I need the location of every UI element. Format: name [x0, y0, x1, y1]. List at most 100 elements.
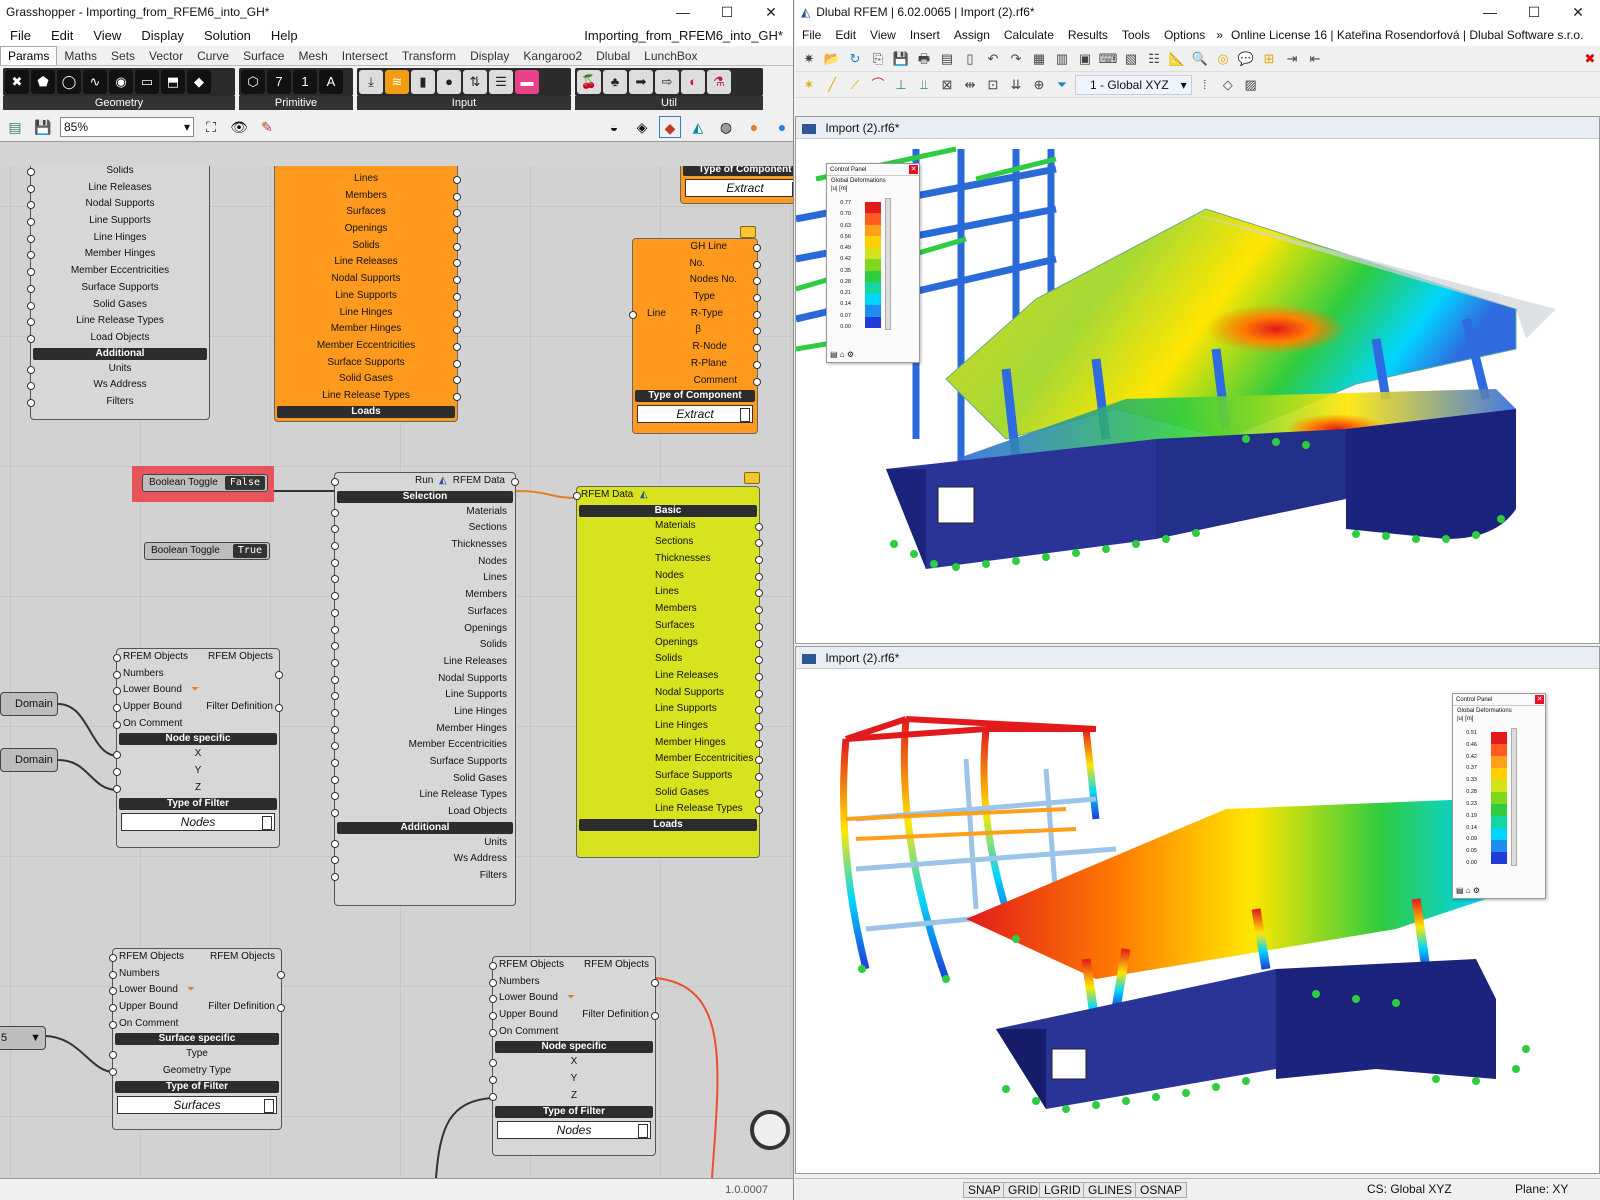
port-surface-supports[interactable]: Surface Supports: [27, 280, 209, 297]
load-icon[interactable]: ⇊: [1006, 75, 1026, 95]
integer-param-icon[interactable]: 7: [267, 70, 291, 94]
run-row[interactable]: Run ◭ RFEM Data: [331, 473, 519, 490]
boolean-toggle-true[interactable]: Boolean Toggle True: [144, 542, 270, 560]
tab-params[interactable]: Params: [0, 46, 58, 65]
in-numbers[interactable]: Numbers: [489, 974, 659, 991]
filter-type-value[interactable]: Nodes: [497, 1120, 651, 1139]
gradient-icon[interactable]: ≋: [385, 70, 409, 94]
out-lines[interactable]: Lines: [275, 171, 461, 188]
cp1-slider[interactable]: [885, 198, 891, 330]
rf-menu-results[interactable]: Results: [1061, 28, 1115, 42]
menu-help[interactable]: Help: [261, 28, 308, 43]
print-icon[interactable]: 🖶: [914, 49, 934, 69]
in-line-supports[interactable]: Line Supports: [331, 687, 515, 704]
refresh-icon[interactable]: ↻: [845, 49, 865, 69]
dimension-icon[interactable]: ⊞: [1259, 49, 1279, 69]
curve-param-icon[interactable]: ∿: [83, 70, 107, 94]
filter-type-value[interactable]: Nodes: [121, 812, 275, 831]
out-sections[interactable]: Sections: [577, 534, 763, 551]
in-on-comment[interactable]: On Comment: [109, 1016, 281, 1033]
navigator-icon[interactable]: ▣: [1075, 49, 1095, 69]
out-filter-definition[interactable]: Filter Definition: [206, 699, 273, 716]
circle-param-icon[interactable]: ◯: [57, 70, 81, 94]
cp1-close-icon[interactable]: ✕: [909, 165, 918, 174]
redo-icon[interactable]: ↷: [1006, 49, 1026, 69]
zoom-select[interactable]: 85%: [60, 116, 194, 137]
in-materials[interactable]: Materials: [331, 504, 515, 521]
distribute-icon[interactable]: ⇤: [1305, 49, 1325, 69]
value-list-arrow-icon[interactable]: ▼: [30, 1027, 41, 1049]
cp2-footer-icons[interactable]: ▤ ⌂ ⚙: [1456, 886, 1480, 895]
out-solid-gases[interactable]: Solid Gases: [275, 371, 461, 388]
in-member-eccentricities[interactable]: Member Eccentricities: [331, 737, 515, 754]
hinge-icon[interactable]: ⊠: [937, 75, 957, 95]
out-solids[interactable]: Solids: [275, 238, 461, 255]
port-nodal-supports[interactable]: Nodal Supports: [27, 196, 209, 213]
in-lower-bound[interactable]: Lower Bound ⏷: [109, 982, 281, 999]
in-rfem-objects[interactable]: RFEM Objects RFEM Objects: [489, 957, 655, 974]
rf-menu-insert[interactable]: Insert: [903, 28, 947, 42]
render-icon[interactable]: ▨: [1241, 75, 1261, 95]
table-icon[interactable]: ▦: [1029, 49, 1049, 69]
toggle-icon[interactable]: ▮: [411, 70, 435, 94]
value-list-partial[interactable]: 5 ▼: [0, 1026, 46, 1050]
in-units[interactable]: Units: [331, 835, 515, 852]
visibility-icon[interactable]: ◇: [1218, 75, 1238, 95]
filter-nodes-component-1[interactable]: RFEM Objects RFEM Objects Numbers Lower Bou…: [113, 648, 283, 848]
data-dam-icon[interactable]: ➡: [629, 70, 653, 94]
out-line-supports[interactable]: Line Supports: [577, 701, 763, 718]
in-geometry-type[interactable]: Geometry Type: [109, 1063, 281, 1080]
menu-file[interactable]: File: [0, 28, 41, 43]
out-surface-supports[interactable]: Surface Supports: [577, 768, 763, 785]
rfem-run-component[interactable]: Run ◭ RFEM Data Selection Materials Secti…: [331, 472, 519, 906]
out-filter-definition[interactable]: Filter Definition: [582, 1007, 649, 1024]
line-support-icon[interactable]: ⫫: [914, 75, 934, 95]
preview-shaded-icon[interactable]: ◈: [631, 116, 653, 138]
rf-menu-edit[interactable]: Edit: [828, 28, 863, 42]
primitive-group-label[interactable]: Primitive: [239, 96, 353, 110]
status-glines[interactable]: GLINES: [1083, 1182, 1138, 1198]
rfem-deconstruct-component-orange[interactable]: Lines Members Surfaces Openings Solids L…: [274, 166, 461, 422]
in-upper-bound[interactable]: Upper Bound Filter Definition: [489, 1007, 659, 1024]
tab-maths[interactable]: Maths: [57, 47, 104, 65]
tab-mesh[interactable]: Mesh: [291, 47, 334, 65]
script-icon[interactable]: ▧: [1121, 49, 1141, 69]
rf-menu-assign[interactable]: Assign: [947, 28, 997, 42]
toggle-true-value[interactable]: True: [232, 544, 267, 558]
tab-dlubal[interactable]: Dlubal: [589, 47, 637, 65]
section-icon[interactable]: ⊡: [983, 75, 1003, 95]
copy-model-icon[interactable]: ⎘: [868, 49, 888, 69]
snap-icon[interactable]: ⦙: [1195, 75, 1215, 95]
button-icon[interactable]: ●: [437, 70, 461, 94]
in-z[interactable]: Z: [113, 780, 279, 797]
ruler-icon[interactable]: 📐: [1167, 49, 1187, 69]
menu-view[interactable]: View: [83, 28, 131, 43]
comment-icon[interactable]: 💬: [1236, 49, 1256, 69]
arc-icon[interactable]: ⌒: [868, 75, 888, 95]
out-nodes[interactable]: Nodes: [577, 568, 763, 585]
out-member-eccentricities[interactable]: Member Eccentricities: [275, 338, 461, 355]
out-comment[interactable]: Comment: [633, 373, 761, 390]
fitness-icon[interactable]: ◐: [681, 70, 705, 94]
model-view-2[interactable]: Import (2).rf6* Control Panel ✕ Global D…: [795, 646, 1600, 1174]
preview-wire-icon[interactable]: ◒: [603, 116, 625, 138]
out-thicknesses[interactable]: Thicknesses: [577, 551, 763, 568]
rf-menu-options[interactable]: Options: [1157, 28, 1212, 42]
in-type[interactable]: Type: [109, 1046, 281, 1063]
in-numbers[interactable]: Numbers: [113, 666, 283, 683]
boolean-toggle-false[interactable]: Boolean Toggle False: [142, 474, 268, 492]
in-line-hinges[interactable]: Line Hinges: [331, 704, 515, 721]
line-icon[interactable]: ╱: [822, 75, 842, 95]
zoom-extents-icon[interactable]: ⛶: [200, 116, 222, 138]
report-icon[interactable]: ▤: [937, 49, 957, 69]
preview-selected-icon[interactable]: ◆: [659, 115, 681, 138]
out-solids[interactable]: Solids: [577, 651, 763, 668]
jump-icon[interactable]: ⇨: [655, 70, 679, 94]
port-filters[interactable]: Filters: [27, 394, 209, 411]
out-line-supports[interactable]: Line Supports: [275, 288, 461, 305]
control-panel-2[interactable]: Control Panel ✕ Global Deformations |u| …: [1452, 693, 1546, 899]
maximize-icon[interactable]: ☐: [705, 4, 749, 21]
in-load-objects[interactable]: Load Objects: [331, 804, 515, 821]
sketch-icon[interactable]: ✎: [256, 116, 278, 138]
port-solid-gases[interactable]: Solid Gases: [27, 297, 209, 314]
